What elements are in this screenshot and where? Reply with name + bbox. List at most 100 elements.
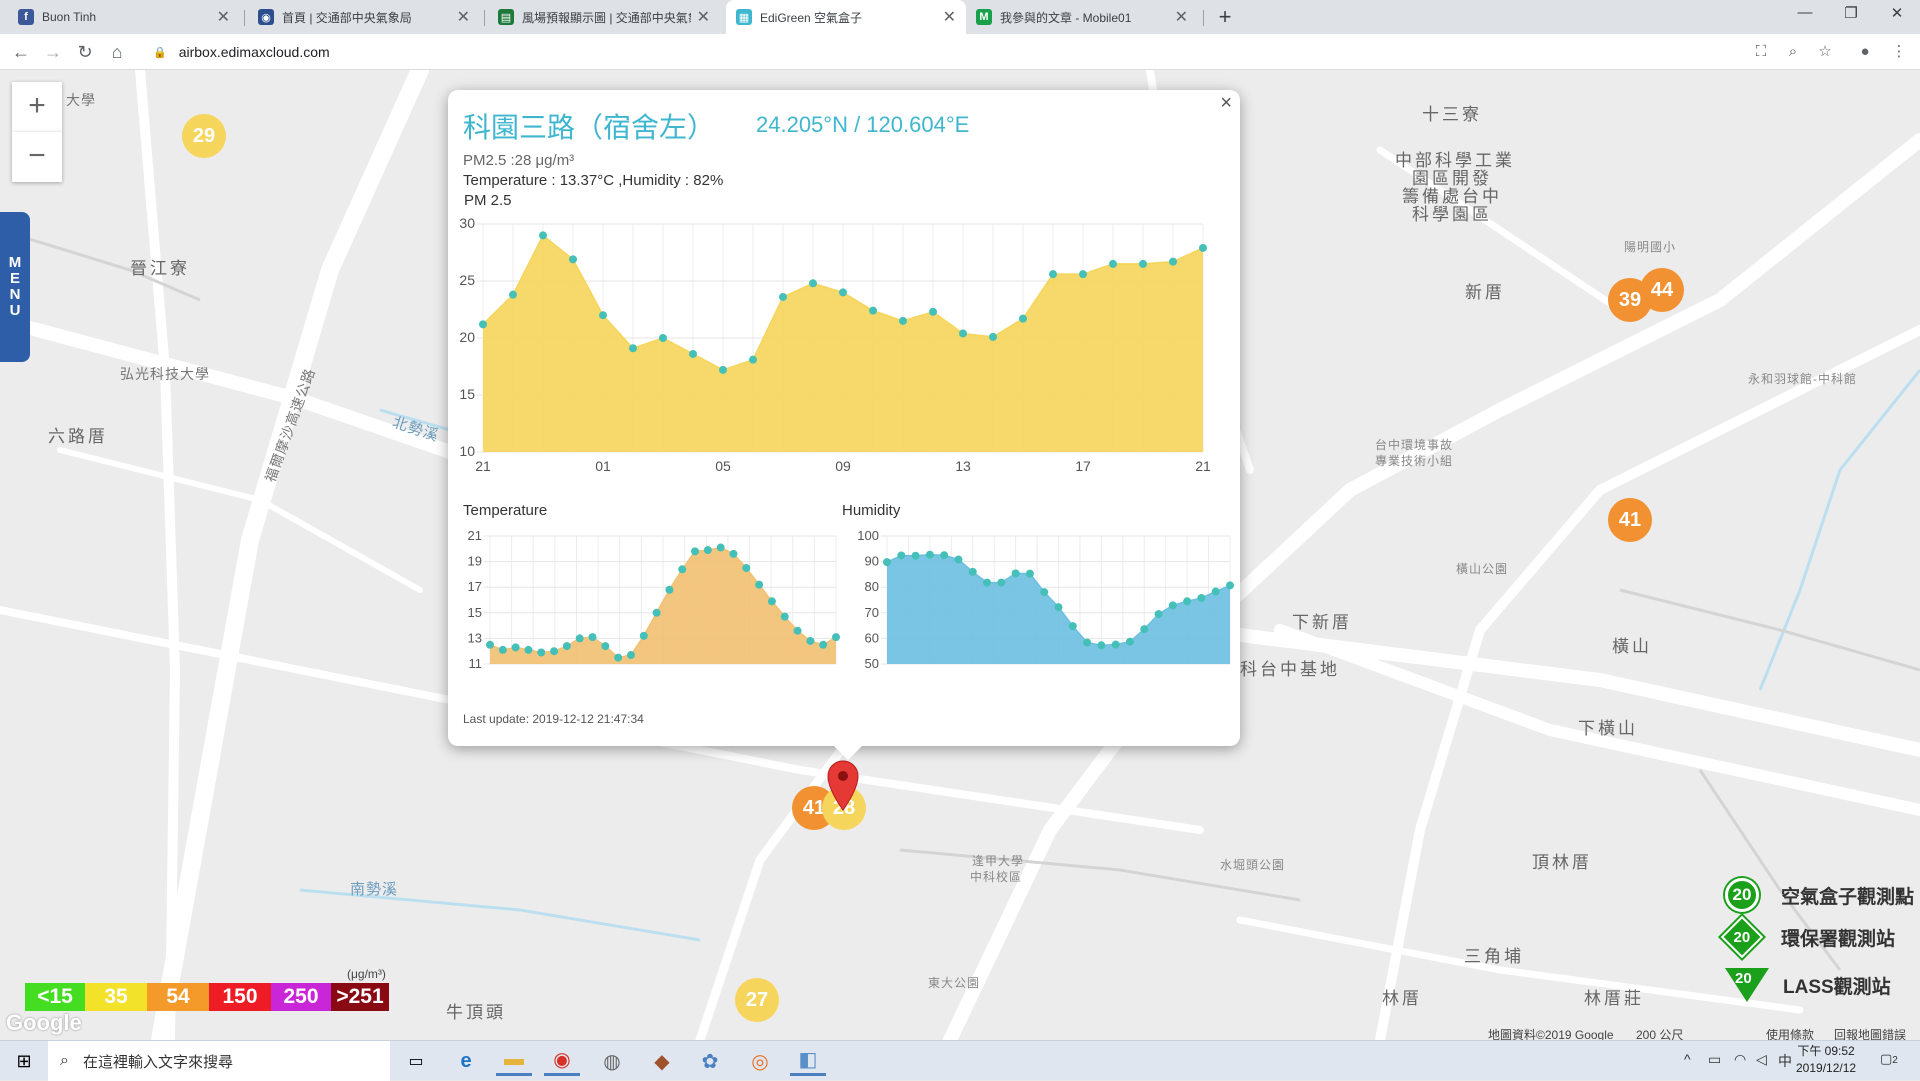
clock[interactable]: 下午 09:52 2019/12/12 (1796, 1043, 1856, 1077)
menu-button[interactable]: M E N U (0, 212, 30, 362)
tab-cwb[interactable]: ◉ 首頁 | 交通部中央氣象局 ✕ (248, 0, 480, 34)
terms-link[interactable]: 使用條款 (1766, 1026, 1814, 1040)
y-tick-label: 11 (469, 656, 483, 671)
ime-indicator[interactable]: 中 (1778, 1051, 1792, 1071)
pm25-marker[interactable]: 41 (1608, 498, 1652, 542)
y-tick-label: 20 (459, 329, 475, 345)
data-point (1199, 243, 1207, 252)
tab-edigreen[interactable]: ▦ EdiGreen 空氣盒子 ✕ (726, 0, 966, 34)
tab-mobile01[interactable]: M 我參與的文章 - Mobile01 ✕ (966, 0, 1198, 34)
station-type-epa[interactable]: 20 環保署觀測站 (1720, 915, 1895, 959)
last-update: Last update: 2019-12-12 21:47:34 (463, 712, 644, 726)
notification-icon[interactable]: ▢2 (1880, 1051, 1898, 1067)
station-type-lass[interactable]: 20 LASS觀測站 (1725, 968, 1891, 1002)
pm25-marker[interactable]: 44 (1640, 268, 1684, 312)
back-button[interactable]: ← (9, 40, 33, 64)
close-tab-icon[interactable]: ✕ (457, 7, 470, 27)
close-window-button[interactable]: ✕ (1882, 4, 1912, 22)
task-view-icon[interactable]: ▭ (398, 1046, 434, 1076)
close-tab-icon[interactable]: ✕ (217, 7, 230, 27)
file-explorer-icon[interactable]: ▬ (496, 1046, 532, 1076)
close-tab-icon[interactable]: ✕ (697, 7, 710, 27)
close-popup-icon[interactable]: × (1220, 92, 1232, 115)
legend-cell: 35 (85, 983, 147, 1011)
close-tab-icon[interactable]: ✕ (943, 7, 956, 27)
data-point (767, 597, 776, 606)
close-tab-icon[interactable]: ✕ (1175, 7, 1188, 27)
data-point (614, 653, 623, 662)
data-point (1040, 588, 1049, 597)
y-tick-label: 19 (468, 554, 482, 569)
cwb-icon: ◉ (258, 9, 274, 25)
pm25-marker[interactable]: 27 (735, 978, 779, 1022)
data-point (537, 648, 546, 657)
data-point (1139, 259, 1147, 268)
data-point (1049, 270, 1057, 279)
data-point (839, 288, 847, 297)
home-button[interactable]: ⌂ (105, 40, 129, 64)
map-label: 橫山 (1612, 637, 1652, 656)
restore-button[interactable]: ❐ (1836, 4, 1866, 22)
minimize-button[interactable]: — (1790, 4, 1820, 21)
blender-icon[interactable]: ◎ (742, 1046, 778, 1076)
new-tab-button[interactable]: + (1212, 4, 1238, 30)
station-type-airbox[interactable]: 20 空氣盒子觀測點 (1725, 878, 1914, 912)
data-point (983, 578, 992, 587)
data-point (1183, 597, 1192, 606)
windows-start-icon[interactable]: ⊞ (6, 1046, 42, 1076)
profile-icon[interactable]: ● (1854, 41, 1876, 63)
data-point (509, 290, 517, 299)
tab-wind-map[interactable]: ▤ 風場預報顯示圖 | 交通部中央氣象 ✕ (488, 0, 720, 34)
address-bar[interactable]: 🔒 airbox.edimaxcloud.com (141, 37, 1736, 67)
data-point (793, 626, 802, 635)
temperature-chart: 21 19 17 15 13 11 (468, 528, 840, 671)
airbox-icon: 20 (1725, 878, 1759, 912)
y-tick-label: 25 (459, 272, 475, 288)
taskbar-search[interactable]: ⌕ 在這裡輸入文字來搜尋 (48, 1041, 390, 1081)
tab-strip: f Buon Tinh ✕ ◉ 首頁 | 交通部中央氣象局 ✕ ▤ 風場預報顯示… (0, 0, 1920, 34)
zoom-in-button[interactable]: + (12, 82, 62, 132)
data-point (1068, 622, 1077, 631)
app-icon[interactable]: ◆ (644, 1046, 680, 1076)
chrome-icon[interactable]: ◉ (544, 1046, 580, 1076)
tray-chevron-icon[interactable]: ^ (1684, 1051, 1691, 1067)
data-point (716, 543, 725, 552)
menu-dots-icon[interactable]: ⋮ (1888, 41, 1910, 63)
location-pin-icon[interactable] (826, 758, 860, 812)
data-point (599, 311, 607, 320)
app-icon[interactable]: ◍ (594, 1046, 630, 1076)
report-error-link[interactable]: 回報地圖錯誤 (1834, 1026, 1906, 1040)
data-point (1154, 610, 1163, 619)
data-point (689, 349, 697, 358)
edge-icon[interactable]: e (448, 1046, 484, 1076)
wifi-icon[interactable]: ◠ (1734, 1051, 1746, 1068)
y-tick-label: 15 (468, 605, 482, 620)
map-label: 科學園區 (1412, 205, 1492, 224)
data-point (779, 292, 787, 301)
data-point (1211, 587, 1220, 596)
y-tick-label: 70 (865, 605, 879, 620)
pm25-marker[interactable]: 29 (182, 114, 226, 158)
x-tick-label: 05 (715, 458, 731, 474)
data-point (1019, 314, 1027, 323)
reload-button[interactable]: ↻ (73, 40, 97, 64)
map-label: 橫山公園 (1456, 562, 1509, 576)
zoom-out-button[interactable]: − (12, 132, 62, 182)
map-label: 台中環境事故 (1375, 438, 1454, 452)
data-point (511, 643, 520, 652)
app-icon[interactable]: ✿ (692, 1046, 728, 1076)
forward-button[interactable]: → (41, 40, 65, 64)
zoom-icon[interactable]: ⌕ (1782, 41, 1804, 63)
map-label: 陽明國小 (1624, 240, 1677, 254)
legend-cell: 250 (271, 983, 331, 1011)
data-point (524, 645, 533, 654)
volume-icon[interactable]: ◁ (1756, 1051, 1767, 1068)
data-point (678, 565, 687, 574)
app-icon[interactable]: ◧ (790, 1046, 826, 1076)
translate-icon[interactable]: ⛶ (1750, 41, 1772, 63)
bookmark-star-icon[interactable]: ☆ (1814, 41, 1836, 63)
map-canvas[interactable]: 十三寮 中部科學工業 園區開發 籌備處台中 科學園區 陽明國小 新厝 永和羽球館… (0, 70, 1920, 1040)
data-point (929, 307, 937, 316)
battery-icon[interactable]: ▭ (1708, 1051, 1721, 1068)
tab-facebook[interactable]: f Buon Tinh ✕ (8, 0, 240, 34)
